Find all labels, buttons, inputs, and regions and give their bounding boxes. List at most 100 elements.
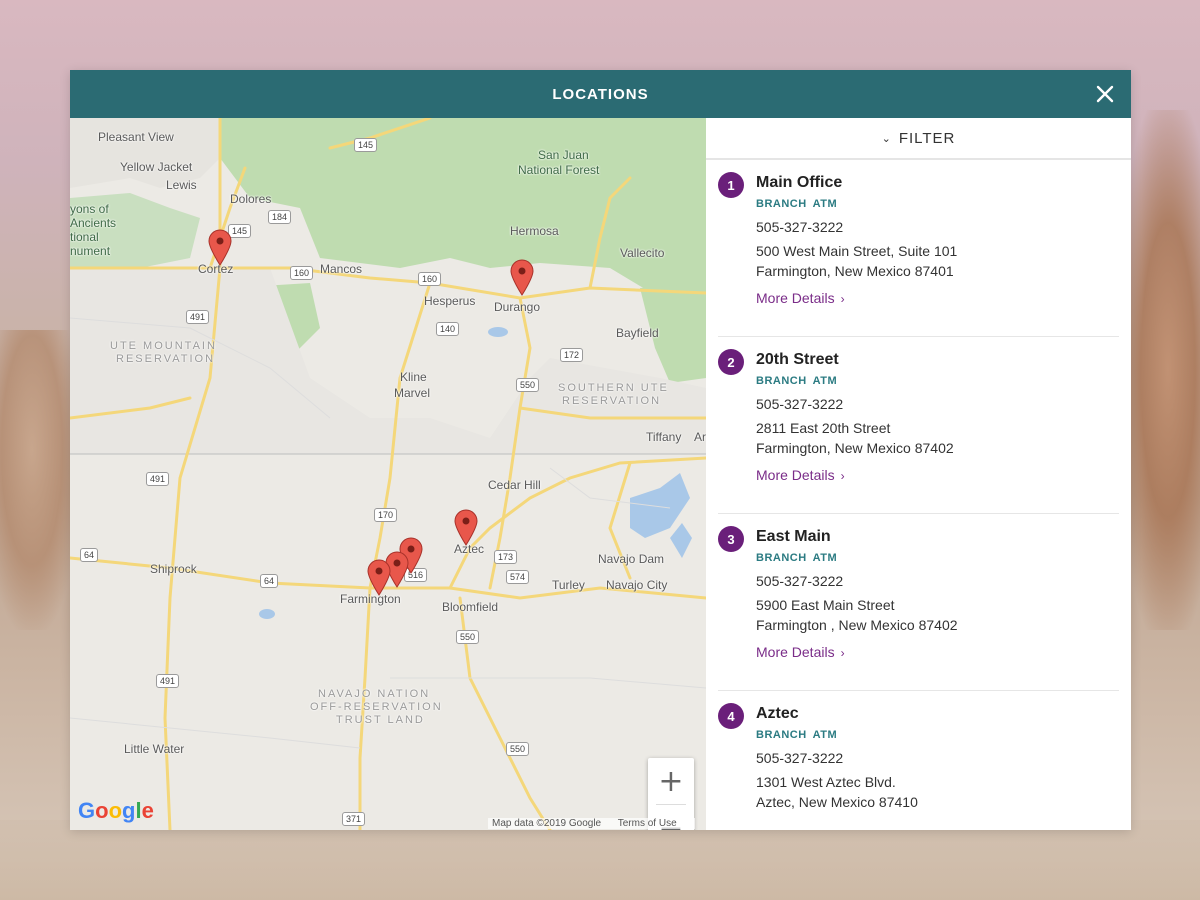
address-line-2: Aztec, New Mexico 87410 [756, 794, 918, 810]
address-line-1: 5900 East Main Street [756, 597, 895, 613]
map-label-canyons-1: yons of [70, 202, 109, 216]
map-label-navajo-1: NAVAJO NATION [318, 688, 431, 700]
map-pin[interactable] [207, 228, 233, 266]
map-label-bloomfield: Bloomfield [442, 600, 499, 614]
chevron-down-icon: ⌄ [881, 132, 891, 145]
route-shield: 371 [342, 812, 366, 826]
address-line-1: 500 West Main Street, Suite 101 [756, 243, 958, 259]
address-line-2: Farmington, New Mexico 87402 [756, 440, 954, 456]
location-tags: BRANCH ATM [756, 552, 1119, 564]
map-label-canyons-4: nument [70, 244, 111, 258]
map-label-southern-ute-1: SOUTHERN UTE [558, 382, 669, 394]
map-label-pleasant-view: Pleasant View [98, 130, 174, 144]
route-shield: 170 [374, 508, 398, 522]
route-shield: 160 [418, 272, 442, 286]
filter-toggle[interactable]: ⌄ FILTER [706, 118, 1131, 160]
route-shield: 173 [494, 550, 518, 564]
modal-header: LOCATIONS [70, 70, 1131, 118]
map-label-lewis: Lewis [166, 178, 197, 192]
zoom-in-button[interactable]: + [648, 758, 694, 804]
route-shield: 184 [268, 210, 292, 224]
location-address: 1301 West Aztec Blvd. Aztec, New Mexico … [756, 772, 1119, 812]
address-line-2: Farmington, New Mexico 87401 [756, 263, 954, 279]
route-shield: 172 [560, 348, 584, 362]
background-rock-right [1120, 110, 1200, 630]
filter-label: FILTER [898, 129, 956, 147]
map-label-tiffany: Tiffany [646, 430, 682, 444]
map-label-hermosa: Hermosa [510, 224, 559, 238]
location-item: 3 East Main BRANCH ATM 505-327-3222 5900 … [718, 514, 1119, 691]
route-shield: 64 [80, 548, 99, 562]
map-label-navajo-city: Navajo City [606, 578, 668, 592]
route-shield: 550 [456, 630, 480, 644]
map-pin[interactable] [453, 508, 479, 546]
address-line-2: Farmington , New Mexico 87402 [756, 617, 958, 633]
location-phone[interactable]: 505-327-3222 [756, 750, 1119, 766]
more-details-label: More Details [756, 644, 835, 660]
tag-branch: BRANCH [756, 375, 807, 387]
map-label-dolores: Dolores [230, 192, 272, 206]
background-rock-left [0, 330, 80, 630]
map-pin[interactable] [366, 558, 392, 596]
location-name: Main Office [756, 174, 843, 191]
map-attribution-bar: Map data ©2019 Google Terms of Use [488, 818, 695, 829]
locations-modal: LOCATIONS Pleasant View Yellow Jacket Le… [70, 70, 1131, 830]
location-address: 5900 East Main Street Farmington , New M… [756, 595, 1119, 635]
map[interactable]: Pleasant View Yellow Jacket Lewis Dolore… [70, 118, 706, 830]
location-number-badge: 3 [718, 526, 744, 552]
map-label-navajo-2: OFF-RESERVATION [310, 701, 443, 713]
close-icon [1096, 85, 1114, 103]
more-details-link[interactable]: More Details › [756, 290, 845, 306]
tag-branch: BRANCH [756, 552, 807, 564]
more-details-label: More Details [756, 467, 835, 483]
location-tags: BRANCH ATM [756, 729, 1119, 741]
terms-link[interactable]: Terms of Use [618, 818, 677, 829]
map-label-san-juan-1: San Juan [538, 148, 589, 162]
location-item: 2 20th Street BRANCH ATM 505-327-3222 281… [718, 337, 1119, 514]
location-name: East Main [756, 528, 831, 545]
locations-panel: ⌄ FILTER 1 Main Office BRANCH ATM 505-327… [706, 118, 1131, 830]
map-label-marvel: Marvel [394, 386, 431, 400]
route-shield: 491 [186, 310, 210, 324]
location-tags: BRANCH ATM [756, 375, 1119, 387]
route-shield: 491 [156, 674, 180, 688]
map-pin[interactable] [509, 258, 535, 296]
tag-atm: ATM [812, 375, 838, 387]
location-phone[interactable]: 505-327-3222 [756, 219, 1119, 235]
chevron-right-icon: › [840, 292, 845, 306]
location-phone[interactable]: 505-327-3222 [756, 573, 1119, 589]
address-line-1: 1301 West Aztec Blvd. [756, 774, 896, 790]
map-attribution: Map data ©2019 Google [492, 818, 602, 829]
map-label-southern-ute-2: RESERVATION [562, 395, 662, 407]
map-label-shiprock: Shiprock [150, 562, 197, 576]
location-item: 1 Main Office BRANCH ATM 505-327-3222 500… [718, 160, 1119, 337]
map-label-kline: Kline [400, 370, 427, 384]
location-name: 20th Street [756, 351, 839, 368]
address-line-1: 2811 East 20th Street [756, 420, 891, 436]
location-name: Aztec [756, 705, 799, 722]
route-shield: 574 [506, 570, 530, 584]
location-number-badge: 4 [718, 703, 744, 729]
map-label-canyons-3: tional [70, 230, 99, 244]
google-logo-letter: o [95, 798, 109, 823]
map-label-durango: Durango [494, 300, 541, 314]
chevron-right-icon: › [840, 469, 845, 483]
tag-branch: BRANCH [756, 729, 807, 741]
google-logo-letter: G [78, 798, 96, 823]
location-phone[interactable]: 505-327-3222 [756, 396, 1119, 412]
route-shield: 491 [146, 472, 170, 486]
map-label-little-water: Little Water [124, 742, 185, 756]
location-address: 2811 East 20th Street Farmington, New Me… [756, 418, 1119, 458]
location-tags: BRANCH ATM [756, 198, 1119, 210]
close-button[interactable] [1091, 80, 1119, 108]
tag-atm: ATM [812, 198, 838, 210]
more-details-link[interactable]: More Details › [756, 644, 845, 660]
map-label-navajo-3: TRUST LAND [336, 714, 425, 726]
google-logo-letter: o [108, 798, 123, 823]
more-details-link[interactable]: More Details › [756, 467, 845, 483]
map-label-ute-1: UTE MOUNTAIN [110, 340, 217, 352]
map-label-yellow-jacket: Yellow Jacket [120, 160, 193, 174]
map-label-turley: Turley [552, 578, 585, 592]
location-number-badge: 1 [718, 172, 744, 198]
map-label-san-juan-2: National Forest [518, 163, 600, 177]
